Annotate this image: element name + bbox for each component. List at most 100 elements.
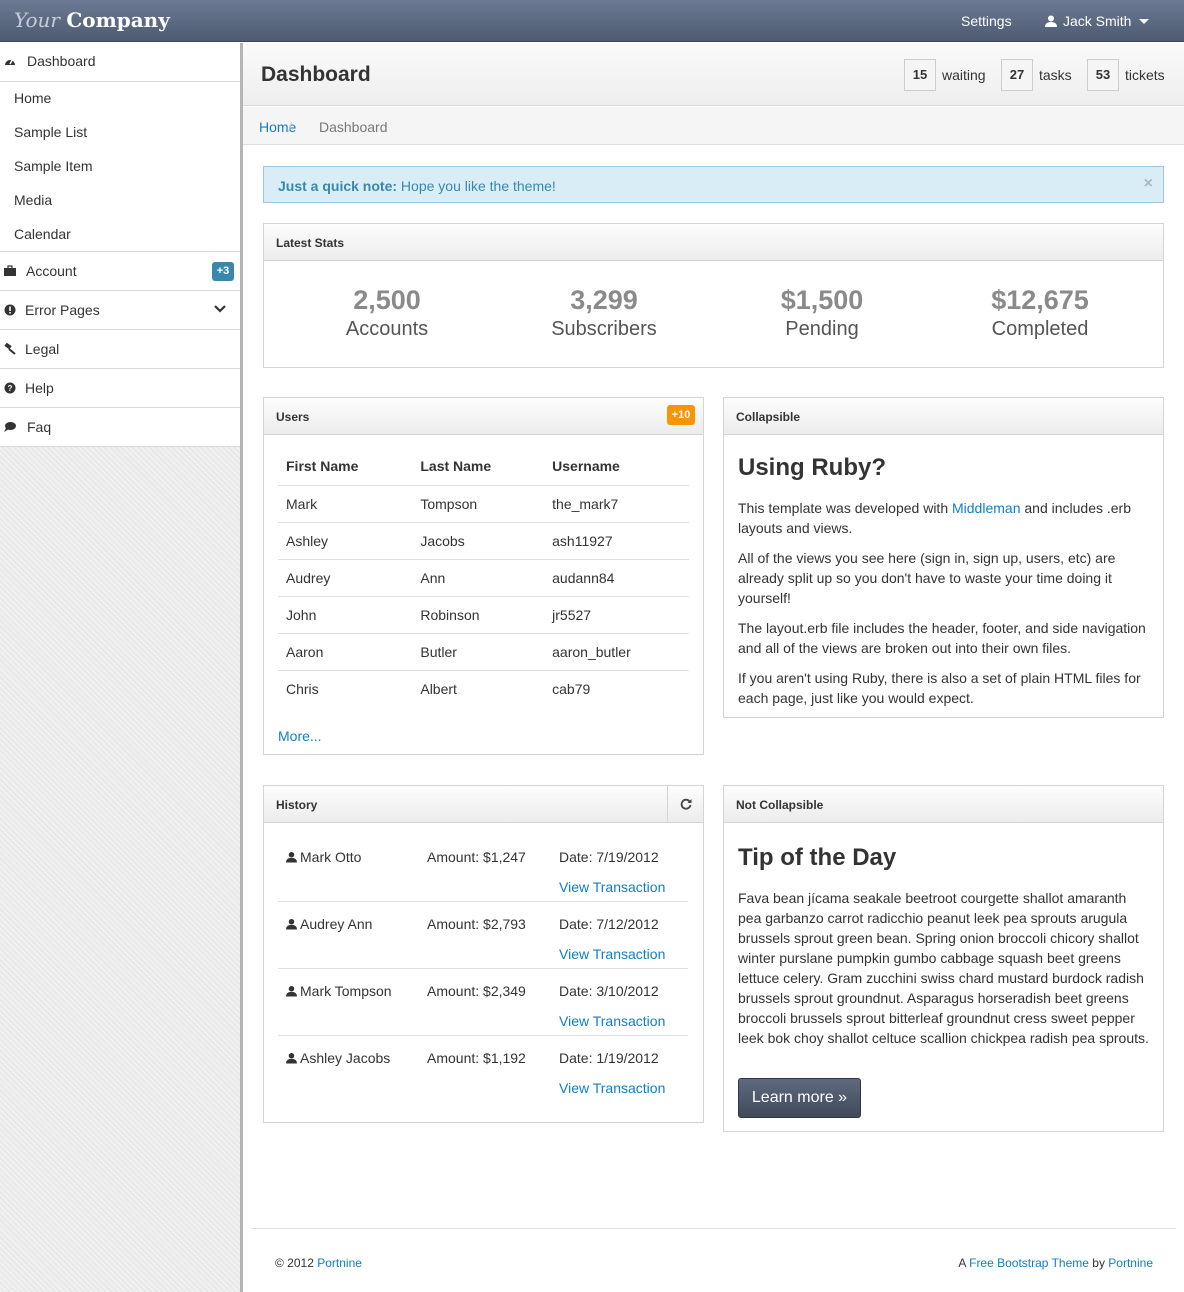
history-name: Ashley Jacobs [300, 1050, 391, 1066]
footer-copyright: © 2012 Portnine [275, 1256, 362, 1270]
table-cell: jr5527 [544, 596, 689, 634]
table-cell: Robinson [412, 596, 545, 634]
history-date: Date: 7/19/2012 [559, 849, 659, 865]
paragraph: If you aren't using Ruby, there is also … [738, 670, 1141, 706]
panel-header[interactable]: Latest Stats [264, 224, 1163, 261]
breadcrumb: Home / Dashboard [243, 107, 1184, 145]
history-row: Mark Tompson Amount: $2,349 Date: 3/10/2… [278, 969, 688, 1036]
close-icon[interactable]: × [1144, 175, 1153, 193]
chevron-down-icon[interactable] [214, 304, 226, 314]
users-table: First Name Last Name Username Mark Tompso… [278, 447, 689, 707]
history-row: Audrey Ann Amount: $2,793 Date: 7/12/201… [278, 902, 688, 969]
table-header-row: First Name Last Name Username [278, 447, 689, 486]
tickets-count[interactable]: 53 [1087, 59, 1119, 91]
page-header: Dashboard 15 waiting 27 tasks 53 tickets [243, 43, 1184, 106]
stat-caption-pending: Pending [785, 318, 859, 340]
table-cell: Tompson [412, 485, 545, 523]
waiting-label: waiting [942, 67, 986, 83]
panel-header[interactable]: Collapsible [724, 398, 1163, 435]
sidebar-divider [240, 43, 243, 1292]
view-transaction-link[interactable]: View Transaction [559, 1013, 665, 1029]
alert-strong: Just a quick note: [278, 178, 398, 194]
user-menu[interactable]: Jack Smith [1045, 13, 1150, 29]
user-icon [286, 851, 297, 863]
table-row: Audrey Ann audann84 [278, 559, 689, 597]
view-transaction-link[interactable]: View Transaction [559, 946, 665, 962]
paragraph: The layout.erb file includes the header,… [738, 620, 1146, 656]
panel-header[interactable]: History [264, 786, 703, 823]
panel-header[interactable]: Users +10 [264, 398, 703, 435]
sidebar-item-label: Home [14, 90, 52, 106]
view-transaction-link[interactable]: View Transaction [559, 1080, 665, 1096]
learn-more-button[interactable]: Learn more » [738, 1078, 861, 1118]
svg-text:?: ? [8, 384, 13, 393]
table-cell: Audrey [278, 559, 413, 597]
history-amount: Amount: $2,793 [427, 916, 526, 932]
credit-text: A [958, 1256, 970, 1270]
panel-header: Not Collapsible [724, 786, 1163, 823]
sidebar-item-sample-item[interactable]: Sample Item [0, 150, 240, 184]
dashboard-icon [5, 59, 15, 65]
history-date: Date: 7/12/2012 [559, 916, 659, 932]
portnine-link[interactable]: Portnine [317, 1256, 362, 1270]
user-icon [1045, 15, 1057, 27]
sidebar-item-label: Help [25, 380, 54, 396]
page-title: Dashboard [261, 63, 371, 86]
stat-caption-completed: Completed [991, 318, 1089, 340]
settings-link[interactable]: Settings [961, 13, 1012, 29]
more-users-link[interactable]: More... [278, 728, 322, 744]
panel-title: Not Collapsible [736, 798, 824, 812]
table-cell: cab79 [552, 680, 591, 697]
tasks-count[interactable]: 27 [1001, 59, 1033, 91]
portnine-link[interactable]: Portnine [1108, 1256, 1153, 1270]
sidebar-item-faq[interactable]: Faq [0, 408, 240, 447]
sidebar-item-error-pages[interactable]: Error Pages [0, 291, 240, 330]
sidebar-item-account[interactable]: Account +3 [0, 252, 240, 291]
waiting-count[interactable]: 15 [904, 59, 936, 91]
briefcase-icon [4, 265, 16, 276]
table-cell: Ashley [278, 522, 413, 560]
user-icon [286, 1052, 297, 1064]
sidebar-item-sample-list[interactable]: Sample List [0, 116, 240, 150]
question-circle-icon: ? [4, 382, 16, 394]
column-header: Username [544, 447, 689, 486]
table-cell: aaron_butler [544, 633, 689, 671]
stat-value-accounts: 2,500 [353, 285, 421, 315]
sidebar-item-media[interactable]: Media [0, 184, 240, 218]
sidebar-item-home[interactable]: Home [0, 82, 240, 116]
users-panel: Users +10 First Name Last Name Username … [263, 397, 704, 755]
view-transaction-link[interactable]: View Transaction [559, 879, 665, 895]
table-row: John Robinson jr5527 [278, 596, 689, 634]
sidebar-item-dashboard[interactable]: Dashboard [0, 43, 240, 82]
breadcrumb-separator: / [288, 119, 292, 135]
account-badge: +3 [212, 262, 234, 281]
latest-stats-panel: Latest Stats 2,500 Accounts 3,299 Subscr… [263, 223, 1164, 368]
sidebar-item-legal[interactable]: Legal [0, 330, 240, 369]
sidebar-item-calendar[interactable]: Calendar [0, 218, 240, 252]
sidebar-item-help[interactable]: ? Help [0, 369, 240, 408]
table-row: Chris Albert cab79 [278, 670, 689, 707]
history-amount: Amount: $2,349 [427, 983, 526, 999]
stat-caption-subscribers: Subscribers [551, 318, 657, 340]
panel-heading: Tip of the Day [738, 844, 897, 871]
history-name: Mark Tompson [300, 983, 392, 999]
table-row: Ashley Jacobs ash11927 [278, 522, 689, 560]
user-icon [286, 918, 297, 930]
table-cell: John [278, 596, 413, 634]
sidebar-item-label: Faq [27, 419, 52, 435]
panel-title: Collapsible [736, 410, 801, 424]
panel-title: Users [276, 410, 310, 424]
table-cell: Aaron [278, 633, 413, 671]
free-theme-link[interactable]: Free Bootstrap Theme [969, 1256, 1089, 1270]
middleman-link[interactable]: Middleman [952, 500, 1020, 516]
copyright-text: © 2012 [275, 1256, 318, 1270]
user-name: Jack Smith [1063, 13, 1132, 29]
brand-logo[interactable]: Your Company [14, 8, 170, 32]
column-header: Last Name [412, 447, 545, 486]
footer-divider [251, 1228, 1176, 1229]
panel-heading: Using Ruby? [738, 454, 886, 481]
sidebar-item-label: Legal [25, 341, 60, 357]
refresh-button[interactable] [667, 786, 703, 822]
table-cell: Chris [286, 680, 319, 697]
sidebar-item-label: Error Pages [25, 302, 100, 318]
